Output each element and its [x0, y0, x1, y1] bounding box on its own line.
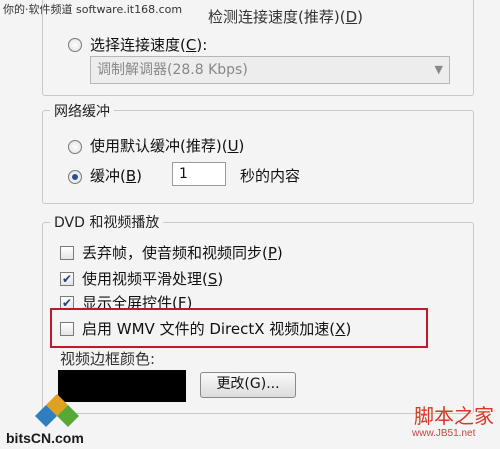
custom-buffer-radio[interactable]: [68, 170, 82, 184]
default-buffer-radio[interactable]: [68, 140, 82, 154]
network-buffering-group: [42, 110, 474, 204]
border-color-label: 视频边框颜色:: [60, 350, 156, 368]
directx-highlight-box: [50, 308, 428, 348]
jb51-logo: 脚本之家 www.JB51.net: [410, 400, 500, 446]
custom-buffer-label: 缓冲(B): [90, 167, 143, 185]
jb51-logo-text: 脚本之家: [414, 404, 494, 428]
jb51-logo-url: www.JB51.net: [412, 428, 476, 439]
detect-speed-key: (D): [339, 8, 363, 26]
buffer-unit-label: 秒的内容: [240, 167, 301, 185]
dvd-video-legend: DVD 和视频播放: [50, 212, 164, 232]
default-buffer-label: 使用默认缓冲(推荐)(U): [90, 137, 245, 155]
choose-speed-label: 选择连接速度(C):: [90, 36, 208, 54]
detect-speed-option-label[interactable]: 检测连接速度(推荐)(D): [208, 6, 363, 27]
detect-speed-text: 检测连接速度(推荐): [208, 8, 340, 26]
bitscn-logo: bitsCN.com: [6, 392, 116, 448]
connection-speed-value: 调制解调器(28.8 Kbps): [97, 62, 248, 78]
connection-speed-select[interactable]: 调制解调器(28.8 Kbps) ▼: [90, 56, 450, 84]
checkmark-icon: ✔: [61, 272, 73, 286]
bitscn-logo-text: bitsCN.com: [6, 430, 84, 446]
video-smoothing-label: 使用视频平滑处理(S): [82, 270, 224, 288]
drop-frames-checkbox[interactable]: [60, 246, 74, 260]
network-buffering-legend: 网络缓冲: [50, 101, 114, 121]
choose-speed-radio[interactable]: [68, 38, 82, 52]
drop-frames-label: 丢弃帧，使音频和视频同步(P): [82, 244, 283, 262]
change-color-button[interactable]: 更改(G)...: [200, 372, 296, 398]
chevron-down-icon: ▼: [434, 63, 443, 76]
buffer-seconds-input[interactable]: 1: [172, 162, 226, 186]
video-smoothing-checkbox[interactable]: ✔: [60, 272, 74, 286]
bitscn-logo-icon: [35, 394, 79, 427]
